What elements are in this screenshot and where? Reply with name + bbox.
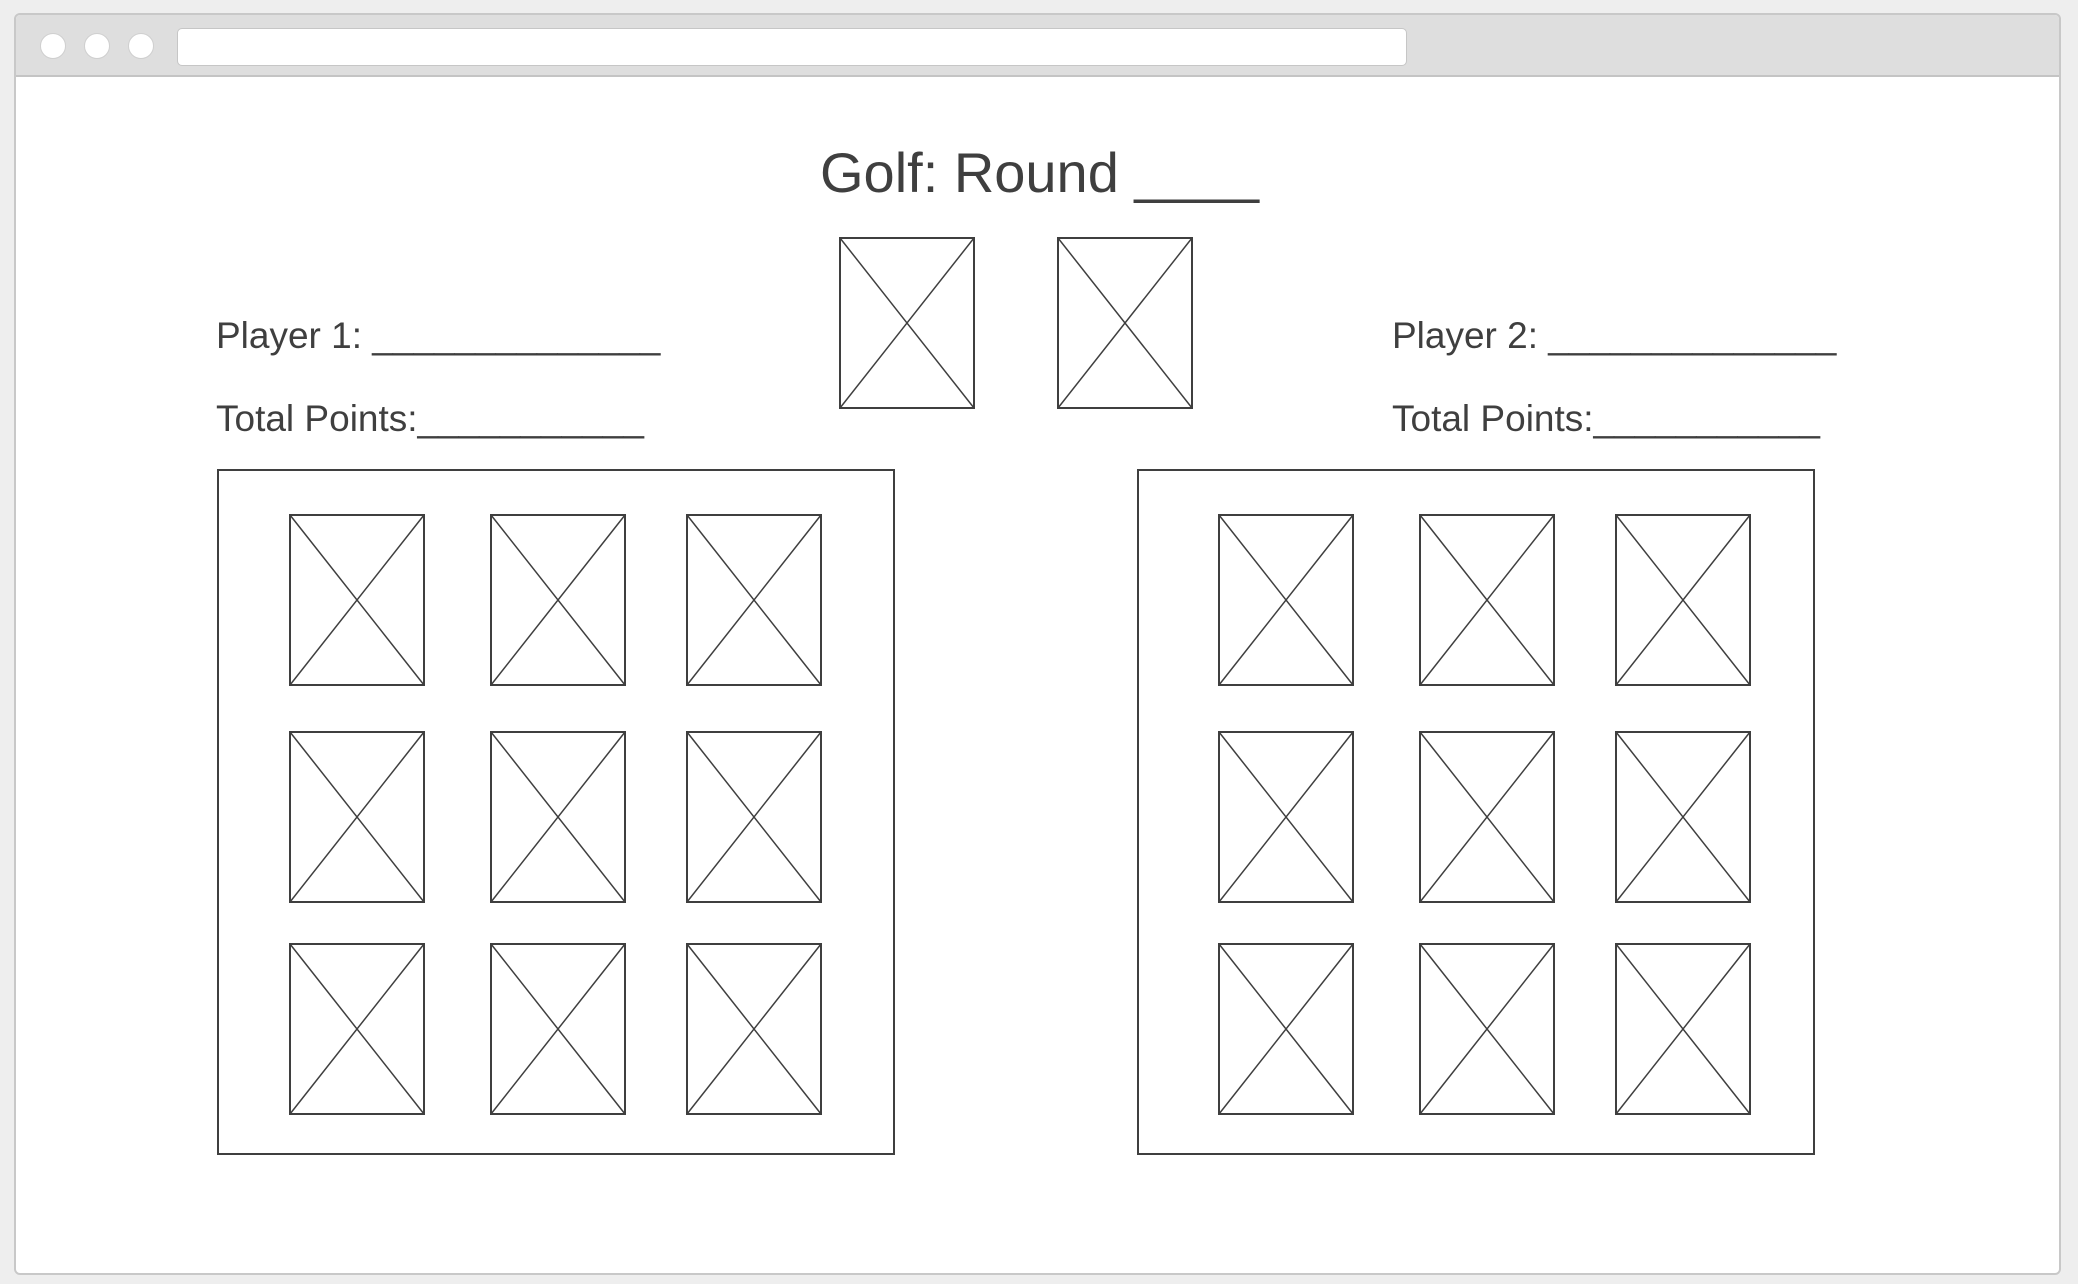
card-placeholder-icon (1419, 943, 1555, 1115)
player2-card-5[interactable] (1419, 731, 1555, 903)
card-placeholder-icon (1419, 514, 1555, 686)
player1-name-label: Player 1: ______________ (216, 315, 661, 356)
player2-card-7[interactable] (1218, 943, 1354, 1115)
card-placeholder-icon (1615, 943, 1751, 1115)
player2-card-2[interactable] (1419, 514, 1555, 686)
player2-card-1[interactable] (1218, 514, 1354, 686)
card-placeholder-icon (289, 731, 425, 903)
discard-pile-card[interactable] (1057, 237, 1193, 409)
card-placeholder-icon (1057, 237, 1193, 409)
card-placeholder-icon (1218, 943, 1354, 1115)
player1-card-5[interactable] (490, 731, 626, 903)
card-placeholder-icon (490, 731, 626, 903)
card-placeholder-icon (1615, 731, 1751, 903)
player1-card-1[interactable] (289, 514, 425, 686)
player2-card-6[interactable] (1615, 731, 1751, 903)
player2-points-label: Total Points:___________ (1392, 398, 1820, 439)
card-placeholder-icon (1615, 514, 1751, 686)
player1-card-4[interactable] (289, 731, 425, 903)
player1-points-label: Total Points:___________ (216, 398, 644, 439)
player1-card-9[interactable] (686, 943, 822, 1115)
close-window-dot[interactable] (40, 33, 66, 59)
card-placeholder-icon (839, 237, 975, 409)
card-placeholder-icon (1218, 731, 1354, 903)
player1-card-7[interactable] (289, 943, 425, 1115)
minimize-window-dot[interactable] (84, 33, 110, 59)
card-placeholder-icon (490, 514, 626, 686)
card-placeholder-icon (1419, 731, 1555, 903)
player2-card-3[interactable] (1615, 514, 1751, 686)
address-bar[interactable] (177, 28, 1407, 66)
player1-card-8[interactable] (490, 943, 626, 1115)
player2-card-4[interactable] (1218, 731, 1354, 903)
card-placeholder-icon (686, 943, 822, 1115)
player1-card-2[interactable] (490, 514, 626, 686)
page-title: Golf: Round ____ (820, 141, 1259, 204)
card-placeholder-icon (289, 943, 425, 1115)
maximize-window-dot[interactable] (128, 33, 154, 59)
player2-card-8[interactable] (1419, 943, 1555, 1115)
browser-window: Golf: Round ____ Player 1: _____________… (14, 13, 2061, 1275)
browser-titlebar (16, 15, 2059, 77)
player2-card-9[interactable] (1615, 943, 1751, 1115)
player2-name-label: Player 2: ______________ (1392, 315, 1837, 356)
draw-pile-card[interactable] (839, 237, 975, 409)
card-placeholder-icon (686, 731, 822, 903)
card-placeholder-icon (1218, 514, 1354, 686)
card-placeholder-icon (289, 514, 425, 686)
player1-card-3[interactable] (686, 514, 822, 686)
card-placeholder-icon (686, 514, 822, 686)
player1-card-6[interactable] (686, 731, 822, 903)
card-placeholder-icon (490, 943, 626, 1115)
app-root: Golf: Round ____ Player 1: _____________… (0, 0, 2078, 1284)
